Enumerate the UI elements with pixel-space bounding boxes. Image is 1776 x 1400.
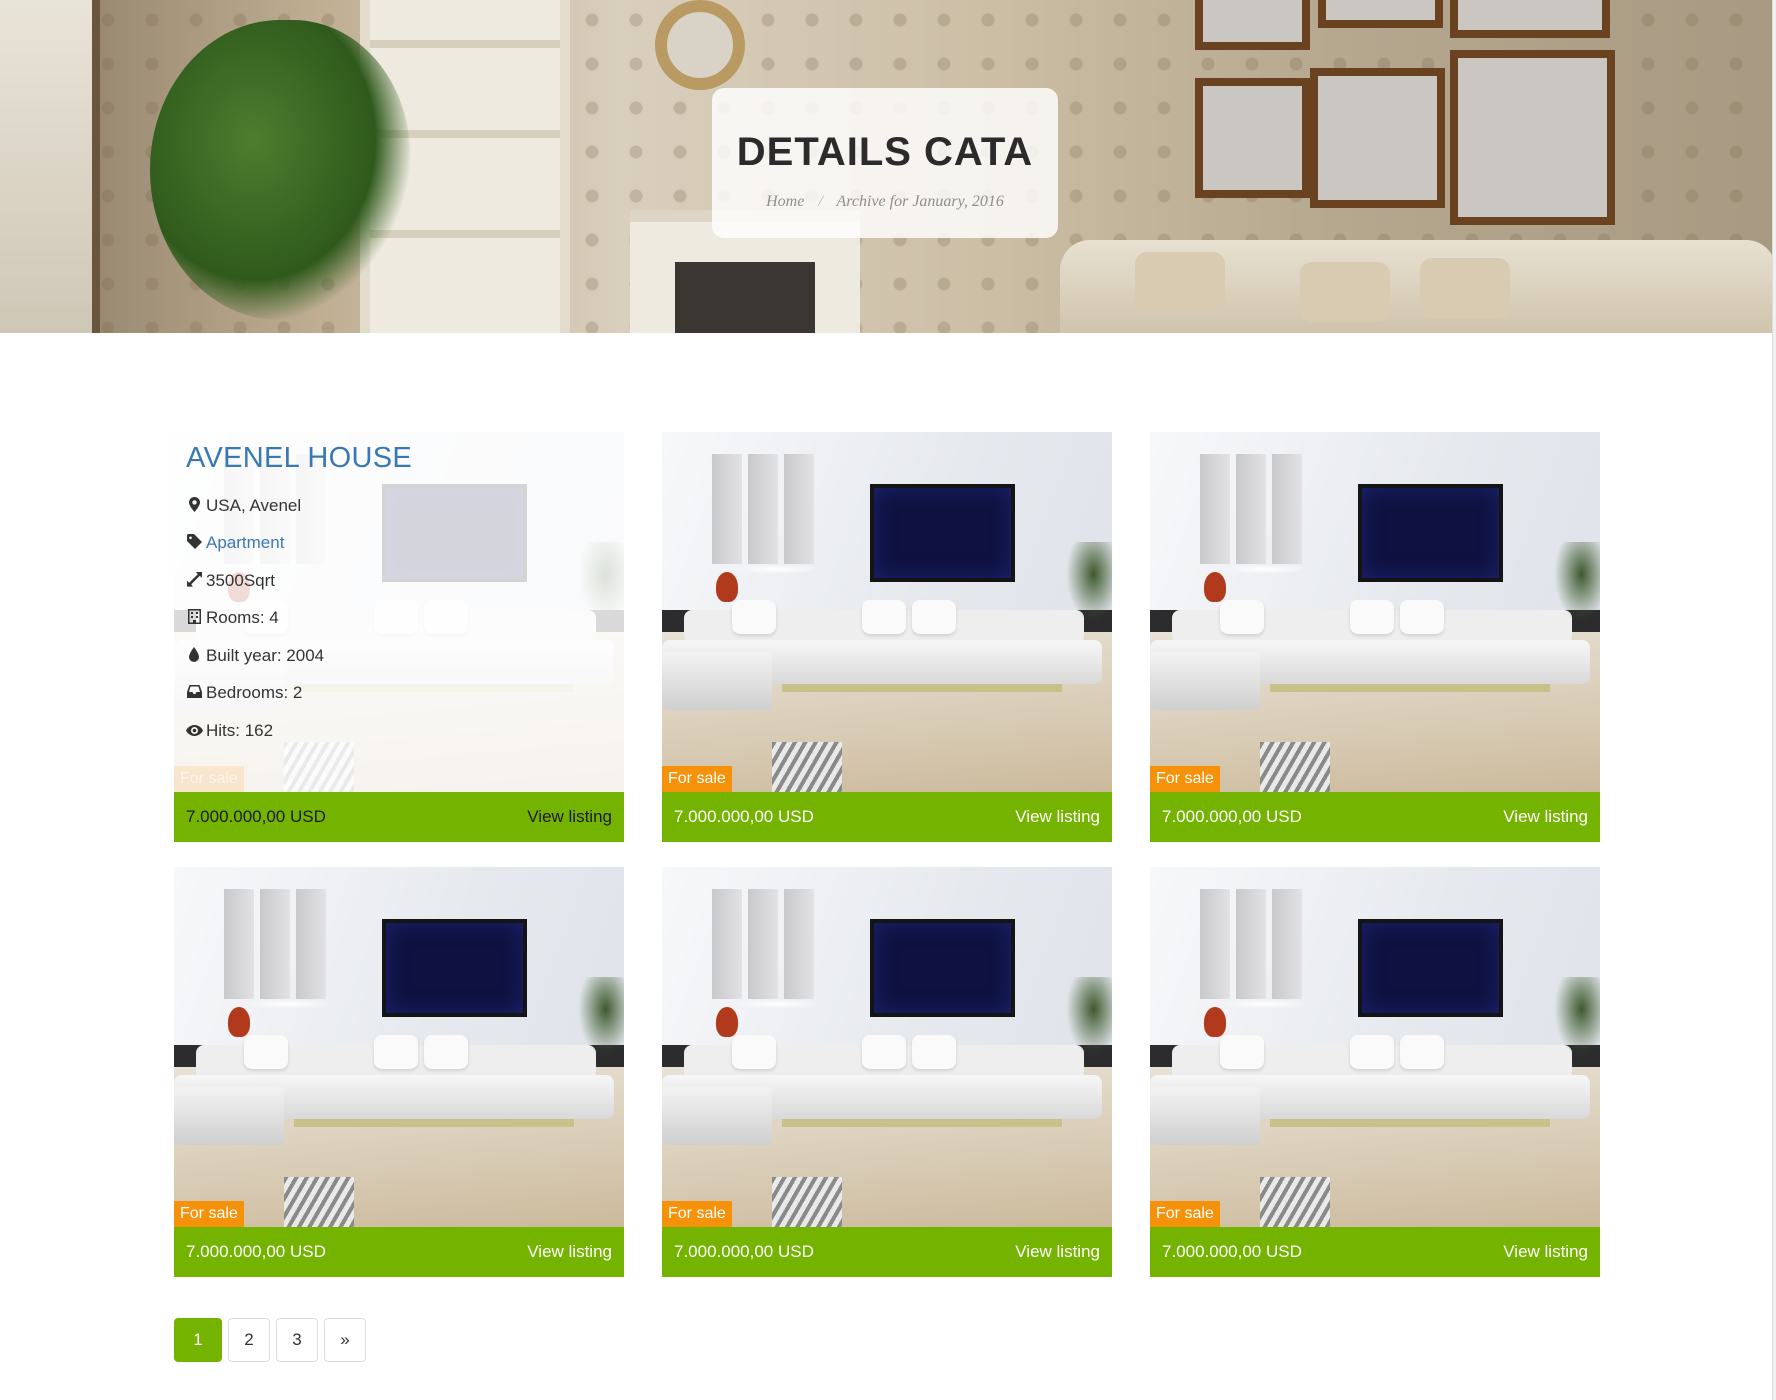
listing-card[interactable]: For sale 7.000.000,00 USD View listing <box>1150 867 1600 1277</box>
view-listing-link[interactable]: View listing <box>1015 1227 1100 1277</box>
pagination: 1 2 3 » <box>174 1318 372 1362</box>
listing-built-year: Built year: 2004 <box>186 637 606 675</box>
hero-picture-frame <box>1450 0 1610 38</box>
listing-built-year-text: Built year: 2004 <box>206 645 325 665</box>
listing-image[interactable]: For sale <box>174 867 624 1227</box>
hero-picture-frame <box>1310 68 1445 208</box>
listing-type-link[interactable]: Apartment <box>206 533 284 553</box>
hero-mirror <box>655 0 745 90</box>
hero-picture-frame <box>1318 0 1443 28</box>
listing-footer: 7.000.000,00 USD View listing <box>662 792 1112 842</box>
for-sale-badge: For sale <box>174 1201 244 1227</box>
page-2-button[interactable]: 2 <box>228 1318 270 1362</box>
listing-rooms-text: Rooms: 4 <box>206 608 279 628</box>
view-listing-link[interactable]: View listing <box>527 792 612 842</box>
listing-image[interactable]: For sale <box>662 867 1112 1227</box>
for-sale-badge: For sale <box>174 766 244 792</box>
listing-hits: Hits: 162 <box>186 712 606 750</box>
view-listing-link[interactable]: View listing <box>527 1227 612 1277</box>
hero-pillow <box>1300 262 1390 322</box>
next-page-button[interactable]: » <box>324 1318 366 1362</box>
listing-footer: 7.000.000,00 USD View listing <box>174 1227 624 1277</box>
listing-price: 7.000.000,00 USD <box>1162 1242 1302 1261</box>
building-icon <box>186 609 202 627</box>
for-sale-badge: For sale <box>1150 766 1220 792</box>
view-listing-link[interactable]: View listing <box>1503 792 1588 842</box>
view-listing-link[interactable]: View listing <box>1015 792 1100 842</box>
listing-rooms: Rooms: 4 <box>186 600 606 638</box>
listing-footer: 7.000.000,00 USD View listing <box>1150 792 1600 842</box>
page-1-button[interactable]: 1 <box>174 1318 222 1362</box>
map-marker-icon <box>186 496 202 515</box>
resize-icon <box>186 571 202 590</box>
breadcrumb-home-link[interactable]: Home <box>766 193 804 210</box>
for-sale-badge: For sale <box>1150 1201 1220 1227</box>
listing-footer: 7.000.000,00 USD View listing <box>174 792 624 842</box>
hero-window <box>0 0 100 333</box>
listing-details: AVENEL HOUSE USA, Avenel Apartment 3500S… <box>186 442 606 750</box>
listing-footer: 7.000.000,00 USD View listing <box>662 1227 1112 1277</box>
inbox-icon <box>186 685 202 701</box>
page-3-button[interactable]: 3 <box>276 1318 318 1362</box>
listing-card[interactable]: For sale 7.000.000,00 USD View listing <box>174 867 624 1277</box>
listing-image[interactable]: For sale <box>662 432 1112 792</box>
listing-price: 7.000.000,00 USD <box>186 1242 326 1261</box>
hero-picture-frame <box>1195 0 1310 50</box>
listing-card[interactable]: For sale 7.000.000,00 USD View listing <box>662 867 1112 1277</box>
hero-title-box: DETAILS CATA Home / Archive for January,… <box>712 88 1058 238</box>
listing-price: 7.000.000,00 USD <box>674 807 814 826</box>
listing-image[interactable]: For sale <box>1150 432 1600 792</box>
for-sale-badge: For sale <box>662 766 732 792</box>
listing-price: 7.000.000,00 USD <box>1162 807 1302 826</box>
listing-location-text: USA, Avenel <box>206 495 302 515</box>
tint-icon <box>186 646 202 665</box>
listing-card[interactable]: For sale 7.000.000,00 USD View listing <box>662 432 1112 842</box>
listing-location: USA, Avenel <box>186 487 606 525</box>
listing-type: Apartment <box>186 525 606 563</box>
listing-price: 7.000.000,00 USD <box>674 1242 814 1261</box>
eye-icon <box>186 723 203 739</box>
hero-plant <box>150 20 410 320</box>
listing-bedrooms: Bedrooms: 2 <box>186 675 606 713</box>
view-listing-link[interactable]: View listing <box>1503 1227 1588 1277</box>
listing-price: 7.000.000,00 USD <box>186 807 326 826</box>
hero-pillow <box>1135 252 1225 312</box>
hero-picture-frame <box>1195 78 1310 198</box>
page-title: DETAILS CATA <box>736 130 1034 174</box>
listing-area: 3500Sqrt <box>186 562 606 600</box>
page-hero: DETAILS CATA Home / Archive for January,… <box>0 0 1776 333</box>
hero-picture-frame <box>1450 50 1615 225</box>
listing-hits-text: Hits: 162 <box>206 720 274 740</box>
hero-pillow <box>1420 258 1510 318</box>
listing-footer: 7.000.000,00 USD View listing <box>1150 1227 1600 1277</box>
listing-card[interactable]: For sale AVENEL HOUSE USA, Avenel Apartm… <box>174 432 624 842</box>
listing-title-link[interactable]: AVENEL HOUSE <box>186 442 606 475</box>
breadcrumb-current: Archive for January, 2016 <box>836 193 1004 210</box>
breadcrumb: Home / Archive for January, 2016 <box>712 193 1058 211</box>
for-sale-badge: For sale <box>662 1201 732 1227</box>
listing-bedrooms-text: Bedrooms: 2 <box>206 683 303 703</box>
listing-area-text: 3500Sqrt <box>206 570 275 590</box>
breadcrumb-separator: / <box>818 193 823 210</box>
listing-card[interactable]: For sale 7.000.000,00 USD View listing <box>1150 432 1600 842</box>
tag-icon <box>186 534 202 552</box>
listing-image[interactable]: For sale <box>1150 867 1600 1227</box>
page-scrollbar[interactable] <box>1772 0 1776 1400</box>
